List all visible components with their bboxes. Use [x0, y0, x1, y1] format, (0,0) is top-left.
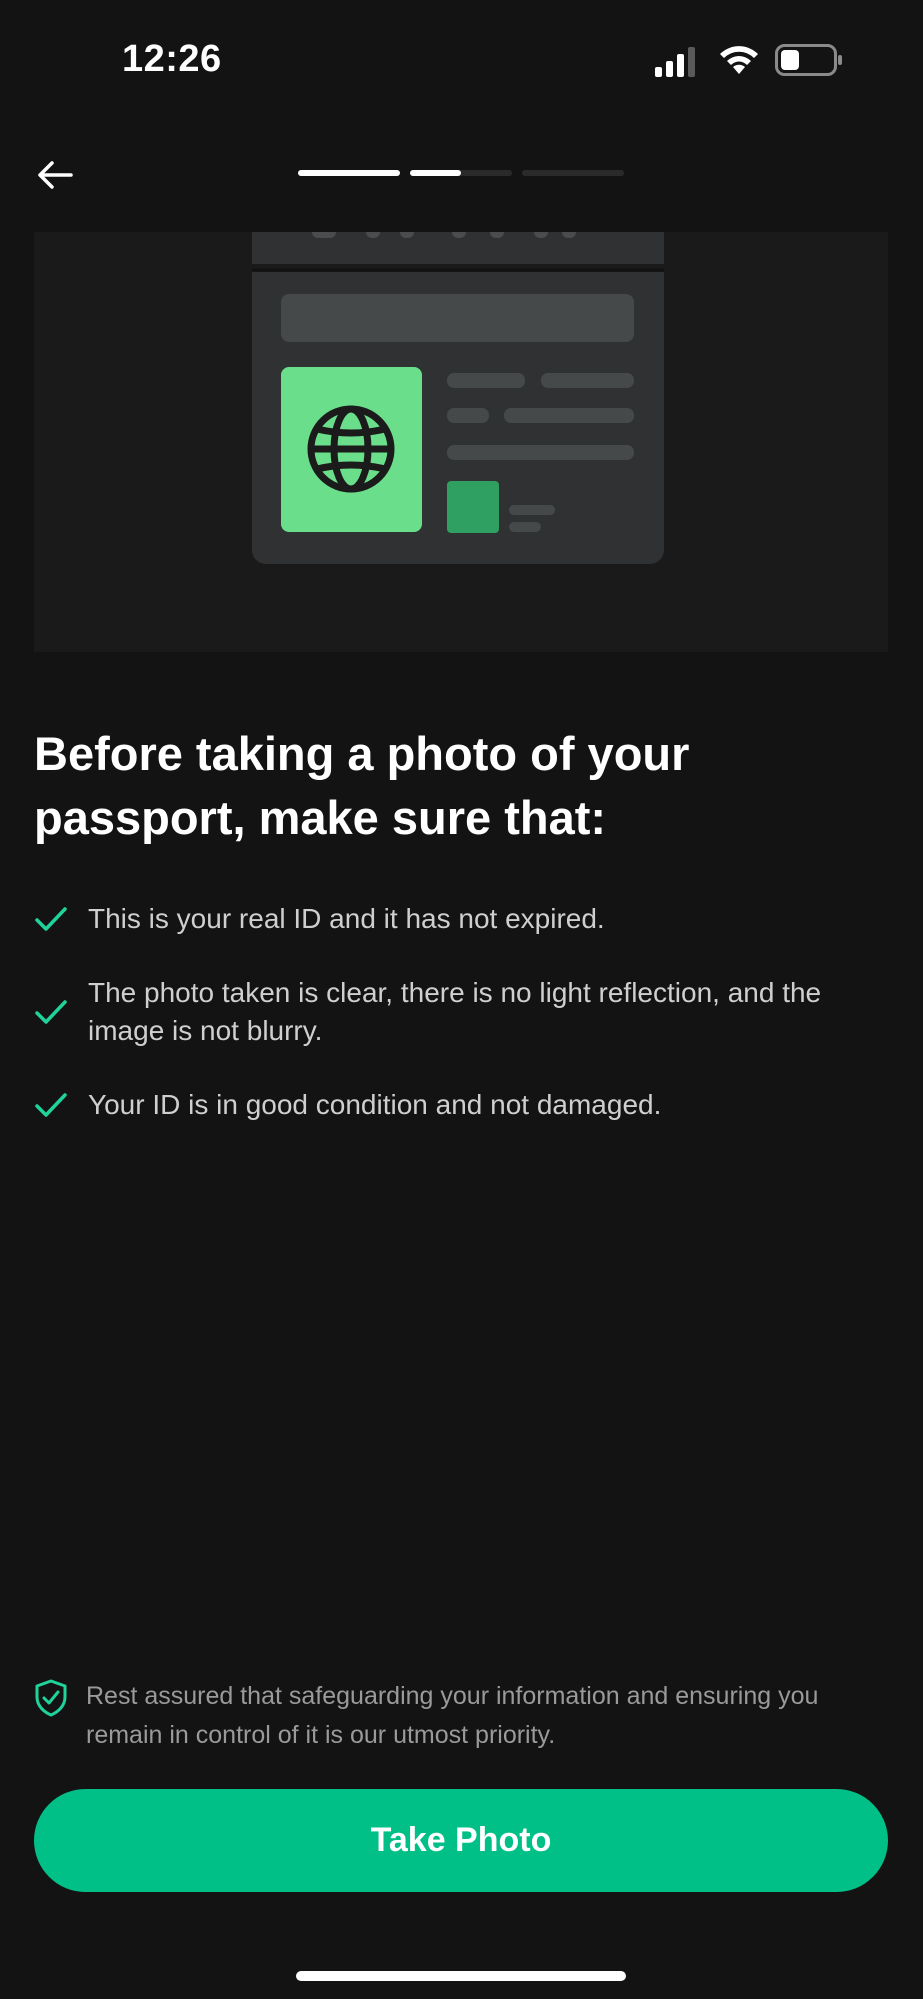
- privacy-note: Rest assured that safeguarding your info…: [34, 1677, 894, 1755]
- status-bar: 12:26: [0, 0, 923, 120]
- progress-segment: [410, 170, 512, 176]
- checklist-item-text: This is your real ID and it has not expi…: [88, 903, 605, 934]
- hero-illustration: [34, 232, 888, 652]
- back-button[interactable]: [30, 150, 80, 200]
- privacy-text: Rest assured that safeguarding your info…: [86, 1682, 819, 1749]
- status-time: 12:26: [122, 38, 222, 80]
- page-title: Before taking a photo of your passport, …: [34, 727, 690, 844]
- checklist-item: The photo taken is clear, there is no li…: [34, 974, 874, 1050]
- progress-indicator: [298, 170, 624, 176]
- checkmark-icon: [34, 902, 68, 936]
- checklist-item: This is your real ID and it has not expi…: [34, 900, 874, 938]
- arrow-left-icon: [38, 161, 73, 189]
- passport-icon: [252, 232, 664, 564]
- take-photo-button[interactable]: Take Photo: [34, 1789, 888, 1892]
- battery-icon: [775, 44, 842, 76]
- checklist-item: Your ID is in good condition and not dam…: [34, 1086, 874, 1124]
- progress-segment: [522, 170, 624, 176]
- progress-fill: [298, 170, 400, 176]
- progress-segment: [298, 170, 400, 176]
- progress-fill: [410, 170, 461, 176]
- shield-check-icon: [34, 1679, 68, 1717]
- checklist-item-text: The photo taken is clear, there is no li…: [88, 977, 822, 1046]
- wifi-icon: [720, 46, 758, 74]
- checkmark-icon: [34, 1088, 68, 1122]
- checkmark-icon: [34, 995, 68, 1029]
- signal-icon: [655, 47, 695, 77]
- home-indicator: [296, 1971, 626, 1981]
- requirements-checklist: This is your real ID and it has not expi…: [34, 900, 874, 1160]
- checklist-item-text: Your ID is in good condition and not dam…: [88, 1089, 662, 1120]
